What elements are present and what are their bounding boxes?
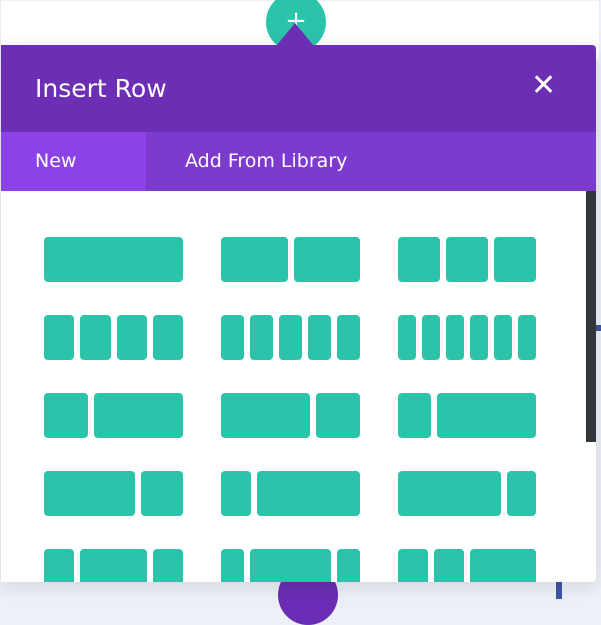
- background-element: [596, 325, 601, 331]
- layout-column: [336, 549, 360, 582]
- layout-column: [80, 549, 147, 582]
- layout-column: [337, 315, 360, 360]
- layout-list: [1, 191, 596, 582]
- row-layout-option[interactable]: [44, 315, 183, 360]
- layout-column: [446, 237, 488, 282]
- row-layout-option[interactable]: [398, 549, 536, 582]
- layout-column: [141, 471, 183, 516]
- row-layout-option[interactable]: [44, 549, 183, 582]
- layout-column: [518, 315, 536, 360]
- dialog-header: Insert Row ✕: [1, 45, 596, 132]
- row-layout-option[interactable]: [221, 393, 360, 438]
- layout-column: [44, 237, 183, 282]
- dialog-tabs: New Row Add From Library: [1, 132, 596, 231]
- layout-column: [470, 549, 536, 582]
- close-icon[interactable]: ✕: [531, 71, 556, 101]
- layout-column: [44, 315, 75, 360]
- layout-column: [437, 393, 536, 438]
- tab-add-from-library[interactable]: Add From Library: [146, 132, 381, 191]
- row-layout-option[interactable]: [398, 237, 536, 282]
- layout-column: [44, 549, 75, 582]
- layout-column: [94, 393, 183, 438]
- dialog-title: Insert Row: [35, 74, 167, 103]
- layout-grid: [44, 237, 536, 582]
- layout-column: [315, 393, 360, 438]
- layout-column: [434, 549, 464, 582]
- dialog-pointer-arrow: [277, 23, 313, 45]
- layout-column: [446, 315, 464, 360]
- layout-column: [494, 315, 512, 360]
- insert-row-dialog: Insert Row ✕ New Row Add From Library: [1, 45, 596, 582]
- layout-column: [221, 549, 245, 582]
- row-layout-option[interactable]: [221, 315, 360, 360]
- scrollbar[interactable]: [586, 191, 596, 442]
- row-layout-option[interactable]: [44, 237, 183, 282]
- layout-column: [398, 549, 428, 582]
- row-layout-option[interactable]: [398, 393, 536, 438]
- layout-column: [44, 393, 89, 438]
- layout-column: [398, 393, 431, 438]
- row-layout-option[interactable]: [398, 471, 536, 516]
- layout-column: [279, 315, 302, 360]
- row-layout-option[interactable]: [44, 393, 183, 438]
- layout-column: [398, 471, 501, 516]
- layout-column: [398, 315, 416, 360]
- row-layout-option[interactable]: [221, 471, 360, 516]
- row-layout-option[interactable]: [221, 237, 360, 282]
- layout-column: [256, 471, 360, 516]
- row-layout-option[interactable]: [398, 315, 536, 360]
- row-layout-option[interactable]: [44, 471, 183, 516]
- row-layout-option[interactable]: [221, 549, 360, 582]
- layout-column: [293, 237, 360, 282]
- layout-column: [494, 237, 536, 282]
- layout-column: [116, 315, 147, 360]
- layout-column: [221, 315, 244, 360]
- layout-column: [250, 549, 331, 582]
- layout-column: [152, 549, 183, 582]
- layout-column: [221, 237, 288, 282]
- layout-column: [152, 315, 183, 360]
- layout-column: [221, 471, 251, 516]
- layout-column: [506, 471, 536, 516]
- layout-column: [80, 315, 111, 360]
- layout-column: [44, 471, 136, 516]
- layout-column: [308, 315, 331, 360]
- layout-column: [398, 237, 440, 282]
- layout-column: [250, 315, 273, 360]
- layout-column: [422, 315, 440, 360]
- layout-column: [470, 315, 488, 360]
- layout-column: [221, 393, 310, 438]
- background-element: [556, 582, 562, 599]
- tab-new-row[interactable]: New Row: [1, 132, 146, 231]
